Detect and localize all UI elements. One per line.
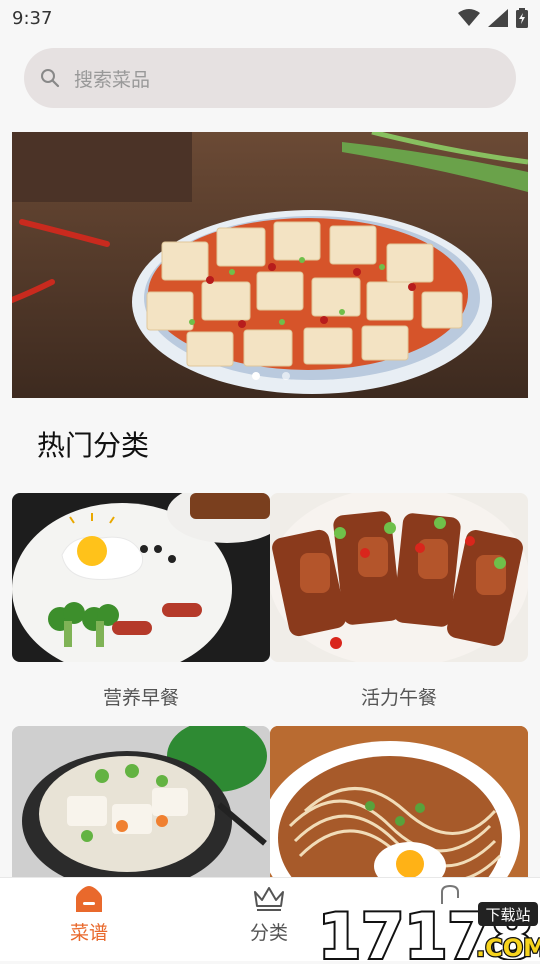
watermark-domain: .COM (476, 934, 540, 960)
carousel-dot[interactable] (282, 372, 290, 380)
tab-categories-label: 分类 (249, 922, 288, 944)
signal-icon (488, 9, 508, 27)
category-card-lunch[interactable] (270, 493, 528, 662)
mapo-tofu-photo (12, 132, 528, 398)
search-placeholder: 搜索菜品 (74, 68, 151, 91)
noodle-bowl-photo (270, 726, 528, 877)
status-time: 9:37 (12, 7, 53, 29)
category-label-breakfast: 营养早餐 (102, 687, 179, 709)
claypot-tofu-photo (12, 726, 270, 877)
tab-recipes-label: 菜谱 (69, 922, 108, 944)
battery-charging-icon (516, 8, 528, 28)
ribs-lunch-photo (270, 493, 528, 662)
category-label-lunch: 活力午餐 (360, 687, 437, 709)
category-card-4[interactable] (270, 726, 528, 877)
status-bar: 9:37 (0, 0, 540, 36)
carousel-indicators (252, 372, 290, 380)
search-icon (41, 69, 60, 88)
status-icons (458, 8, 528, 28)
search-bar[interactable]: 搜索菜品 (24, 48, 516, 108)
watermark-sub: 下载站 (485, 906, 530, 924)
category-card-breakfast[interactable] (12, 493, 270, 662)
carousel-dot-active[interactable] (252, 372, 260, 380)
crown-icon (254, 887, 284, 911)
tab-categories[interactable]: 分类 (209, 878, 329, 961)
tab-recipes[interactable]: 菜谱 (29, 878, 149, 961)
category-card-3[interactable] (12, 726, 270, 877)
watermark-logo: 17178 下载站 .COM (316, 898, 540, 964)
home-icon (76, 886, 102, 912)
wifi-icon (458, 9, 480, 26)
breakfast-plate-photo (12, 493, 270, 662)
banner-carousel[interactable] (12, 132, 528, 398)
section-title: 热门分类 (37, 429, 150, 462)
